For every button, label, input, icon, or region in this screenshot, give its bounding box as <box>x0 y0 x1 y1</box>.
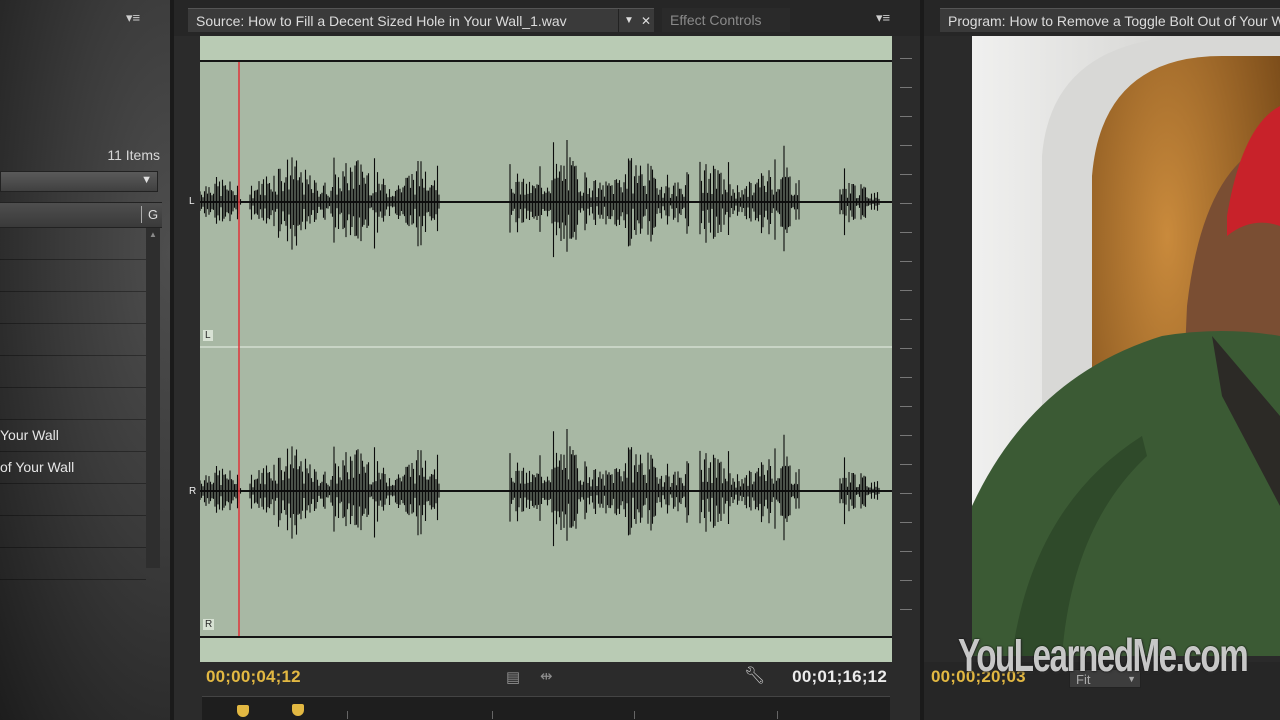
ruler-tick <box>900 319 912 320</box>
waveform-right-channel <box>200 429 880 547</box>
playhead-handle[interactable] <box>292 704 304 716</box>
ruler-tick <box>900 551 912 552</box>
channel-label-left: L <box>189 196 195 207</box>
ruler-tick <box>347 711 348 719</box>
effect-controls-label: Effect Controls <box>670 12 762 28</box>
waveform-display[interactable]: L R <box>200 36 892 662</box>
program-monitor: Program: How to Remove a Toggle Bolt Out… <box>924 0 1280 720</box>
ruler-tick <box>492 711 493 719</box>
list-item[interactable] <box>0 388 146 420</box>
program-tab-bar: Program: How to Remove a Toggle Bolt Out… <box>924 0 1280 36</box>
list-item[interactable] <box>0 356 146 388</box>
close-icon[interactable]: ✕ <box>641 9 651 32</box>
list-item[interactable] <box>0 516 146 548</box>
source-playhead-timecode[interactable]: 00;00;04;12 <box>206 667 301 687</box>
ruler-tick <box>900 290 912 291</box>
tab-source[interactable]: Source: How to Fill a Decent Sized Hole … <box>188 8 654 32</box>
list-item[interactable]: Your Wall <box>0 420 146 452</box>
ruler-tick <box>900 406 912 407</box>
project-scrollbar[interactable]: ▲ <box>146 228 160 568</box>
ruler-tick <box>900 261 912 262</box>
panel-menu-icon[interactable]: ▾≡ <box>876 10 890 26</box>
channel-tag-left: L <box>203 330 213 341</box>
source-tab-bar: Source: How to Fill a Decent Sized Hole … <box>174 0 920 36</box>
video-frame-image <box>972 36 1280 656</box>
list-item[interactable] <box>0 228 146 260</box>
ruler-tick <box>634 711 635 719</box>
amplitude-ruler <box>892 58 916 638</box>
ruler-tick <box>900 116 912 117</box>
list-item[interactable] <box>0 292 146 324</box>
program-tab-label: Program: How to Remove a Toggle Bolt Out… <box>948 13 1280 29</box>
project-panel: ▾≡ 11 Items ▼ G Your Wall of Your Wall ▲ <box>0 0 170 720</box>
source-monitor: Source: How to Fill a Decent Sized Hole … <box>174 0 920 720</box>
watermark-logo: YouLearnedMe.com <box>958 629 1249 681</box>
ruler-tick <box>900 174 912 175</box>
ruler-tick <box>900 232 912 233</box>
list-column-header[interactable]: G <box>0 202 162 228</box>
waveform-left-channel <box>200 140 880 258</box>
ruler-tick <box>900 203 912 204</box>
column-header-label[interactable]: G <box>148 207 158 222</box>
item-count: 11 Items <box>107 147 160 163</box>
ruler-tick <box>900 464 912 465</box>
tab-program[interactable]: Program: How to Remove a Toggle Bolt Out… <box>940 8 1280 32</box>
source-tab-label: Source: How to Fill a Decent Sized Hole … <box>196 13 567 29</box>
channel-tag-right: R <box>203 619 215 630</box>
ruler-tick <box>900 58 912 59</box>
ruler-tick <box>900 348 912 349</box>
source-duration-timecode: 00;01;16;12 <box>792 667 887 686</box>
list-item[interactable] <box>0 548 146 580</box>
list-item[interactable] <box>0 484 146 516</box>
drag-video-icon[interactable]: ▤ <box>506 668 520 686</box>
program-video-frame[interactable] <box>972 36 1280 656</box>
ruler-tick <box>900 609 912 610</box>
chevron-down-icon[interactable]: ▼ <box>141 174 152 186</box>
list-item[interactable] <box>0 324 146 356</box>
drag-audio-icon[interactable]: ⇹ <box>540 667 553 685</box>
ruler-tick <box>900 493 912 494</box>
list-item[interactable] <box>0 260 146 292</box>
bin-filter-dropdown[interactable]: ▼ <box>0 171 158 192</box>
column-divider[interactable] <box>141 206 142 223</box>
source-time-ruler[interactable] <box>202 696 890 720</box>
ruler-tick <box>900 87 912 88</box>
ruler-tick <box>900 522 912 523</box>
ruler-tick <box>900 435 912 436</box>
source-transport-bar: 00;00;04;12 ▤ ⇹ 🔧︎ 00;01;16;12 <box>200 662 892 692</box>
ruler-tick <box>900 580 912 581</box>
panel-menu-icon[interactable]: ▾≡ <box>126 10 140 26</box>
tab-effect-controls[interactable]: Effect Controls <box>662 8 790 32</box>
project-item-list: Your Wall of Your Wall <box>0 228 146 580</box>
ruler-tick <box>900 145 912 146</box>
ruler-tick <box>900 377 912 378</box>
dropdown-caret-icon[interactable]: ▼ <box>618 9 639 32</box>
wrench-icon[interactable]: 🔧︎ <box>744 666 766 686</box>
ruler-tick <box>777 711 778 719</box>
list-item[interactable]: of Your Wall <box>0 452 146 484</box>
audio-waveform <box>200 62 892 636</box>
playhead-handle[interactable] <box>237 705 249 717</box>
scroll-up-icon[interactable]: ▲ <box>149 230 157 239</box>
channel-label-right: R <box>189 486 197 497</box>
